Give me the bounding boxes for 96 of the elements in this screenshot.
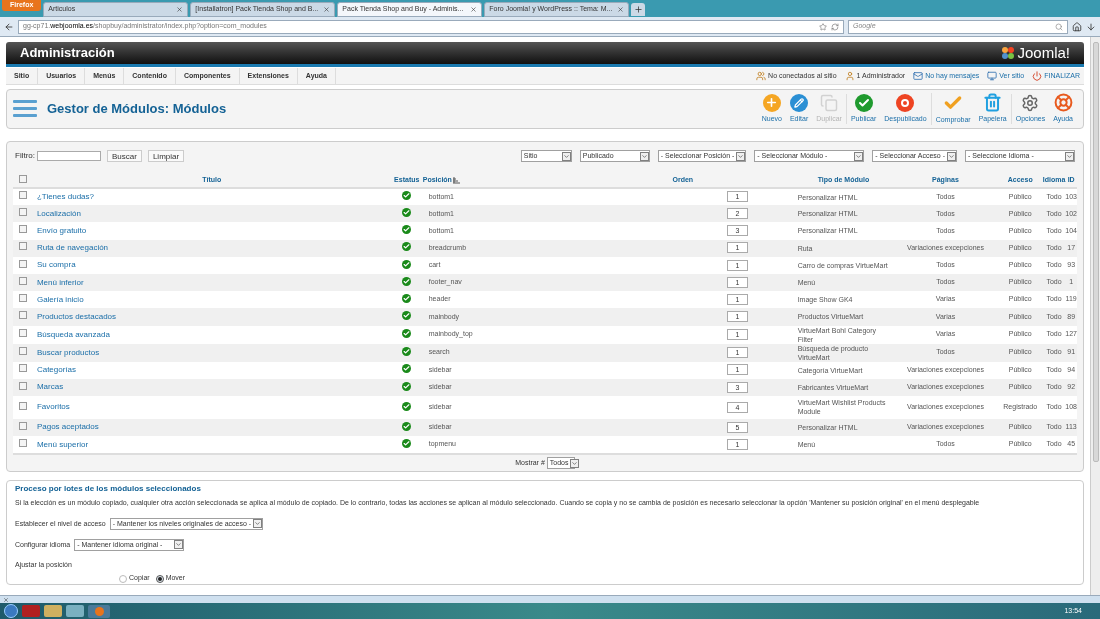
checkbox[interactable]: [18, 438, 27, 447]
module-link[interactable]: Localización: [36, 208, 81, 218]
radio-button[interactable]: [119, 574, 127, 583]
caret-icon: [254, 520, 262, 528]
browser-icon[interactable]: [88, 604, 110, 618]
start-icon[interactable]: [4, 604, 18, 618]
menu-icon: [13, 99, 37, 119]
module-link[interactable]: Menú superior: [36, 439, 89, 449]
module-link[interactable]: Envío gratuito: [36, 225, 87, 235]
logo-icon: [1001, 46, 1016, 60]
checkbox[interactable]: [18, 225, 27, 234]
power-icon: [1032, 71, 1043, 81]
module-link[interactable]: Galería inicio: [36, 294, 84, 304]
published-icon[interactable]: [402, 225, 412, 235]
mail-icon: [913, 71, 924, 81]
published-icon[interactable]: [402, 401, 412, 411]
checkbox[interactable]: [18, 174, 27, 183]
help-icon: [1053, 93, 1073, 113]
published-icon[interactable]: [402, 242, 412, 252]
close-icon[interactable]: [323, 6, 331, 13]
checkbox[interactable]: [18, 242, 27, 251]
checkbox[interactable]: [18, 346, 27, 355]
filter-field[interactable]: [37, 151, 101, 161]
checkbox[interactable]: [18, 381, 27, 390]
caret-icon: [175, 541, 183, 549]
module-link[interactable]: Buscar productos: [36, 347, 100, 357]
published-icon[interactable]: [402, 346, 412, 356]
caret-icon: [737, 152, 745, 160]
checkbox[interactable]: [18, 293, 27, 302]
caret-icon: [562, 152, 570, 160]
close-icon[interactable]: [617, 6, 625, 13]
scrollbar[interactable]: [1090, 37, 1100, 595]
trash-icon: [983, 93, 1003, 113]
published-icon[interactable]: [402, 191, 412, 201]
module-link[interactable]: Ruta de navegación: [36, 243, 109, 253]
published-icon[interactable]: [402, 311, 412, 321]
close-icon[interactable]: [3, 596, 9, 603]
published-icon[interactable]: [402, 328, 412, 338]
plus-icon: [762, 93, 781, 112]
caret-icon: [948, 152, 955, 160]
module-link[interactable]: Búsqueda avanzada: [36, 329, 110, 339]
module-link[interactable]: Su compra: [36, 260, 76, 270]
close-icon[interactable]: [176, 6, 184, 13]
module-link[interactable]: Marcas: [36, 382, 64, 392]
checkbox[interactable]: [18, 208, 27, 217]
close-icon[interactable]: [470, 6, 478, 13]
new-tab-icon[interactable]: [631, 3, 646, 16]
search-icon[interactable]: [1055, 22, 1063, 31]
checkbox[interactable]: [18, 328, 27, 337]
published-icon[interactable]: [402, 208, 412, 218]
download-icon[interactable]: [1086, 21, 1096, 32]
checkbox[interactable]: [18, 311, 27, 320]
filter-button[interactable]: Limpiar: [147, 150, 185, 162]
module-link[interactable]: Pagos aceptados: [36, 422, 99, 432]
radio-button[interactable]: [155, 574, 164, 583]
monitor-icon: [987, 71, 998, 81]
module-link[interactable]: Menú inferior: [36, 277, 84, 287]
module-link[interactable]: Categorías: [36, 365, 77, 375]
logo-text: Joomla!: [1017, 42, 1070, 63]
checkbox[interactable]: [18, 364, 27, 373]
caret-icon: [571, 459, 579, 467]
header-title: Administración: [20, 44, 115, 63]
ring-icon: [896, 93, 915, 112]
module-link[interactable]: Favoritos: [36, 402, 70, 412]
batch-title: Proceso por lotes de los módulos seleccionados: [15, 483, 202, 496]
published-icon[interactable]: [402, 276, 412, 286]
page-title: Gestor de Módulos: Módulos: [47, 100, 227, 119]
check-icon: [854, 93, 873, 112]
back-icon[interactable]: [4, 21, 14, 32]
filter-label: Filtro:: [15, 150, 35, 162]
reload-icon[interactable]: [831, 22, 839, 31]
copy-icon: [820, 93, 839, 112]
checkbox[interactable]: [18, 259, 27, 268]
home-icon[interactable]: [1072, 21, 1082, 32]
caret-icon: [1066, 152, 1073, 160]
published-icon[interactable]: [402, 364, 412, 374]
module-link[interactable]: Productos destacados: [36, 311, 117, 321]
caret-icon: [640, 152, 648, 160]
caret-icon: [855, 152, 863, 160]
checkbox[interactable]: [18, 401, 27, 410]
settings-icon: [1021, 93, 1040, 112]
checkbox[interactable]: [18, 421, 27, 430]
pencil-icon: [790, 93, 809, 112]
star-icon[interactable]: [819, 22, 827, 31]
checkbox[interactable]: [18, 191, 27, 200]
module-link[interactable]: ¿Tienes dudas?: [36, 192, 94, 202]
users-icon: [756, 71, 767, 81]
user-icon: [844, 71, 855, 81]
published-icon[interactable]: [402, 293, 412, 303]
checkbox[interactable]: [18, 276, 27, 285]
filter-button[interactable]: Buscar: [107, 150, 142, 162]
published-icon[interactable]: [402, 438, 412, 448]
sort-icon[interactable]: [452, 177, 460, 184]
published-icon[interactable]: [402, 421, 412, 431]
published-icon[interactable]: [402, 259, 412, 269]
published-icon[interactable]: [402, 381, 412, 391]
